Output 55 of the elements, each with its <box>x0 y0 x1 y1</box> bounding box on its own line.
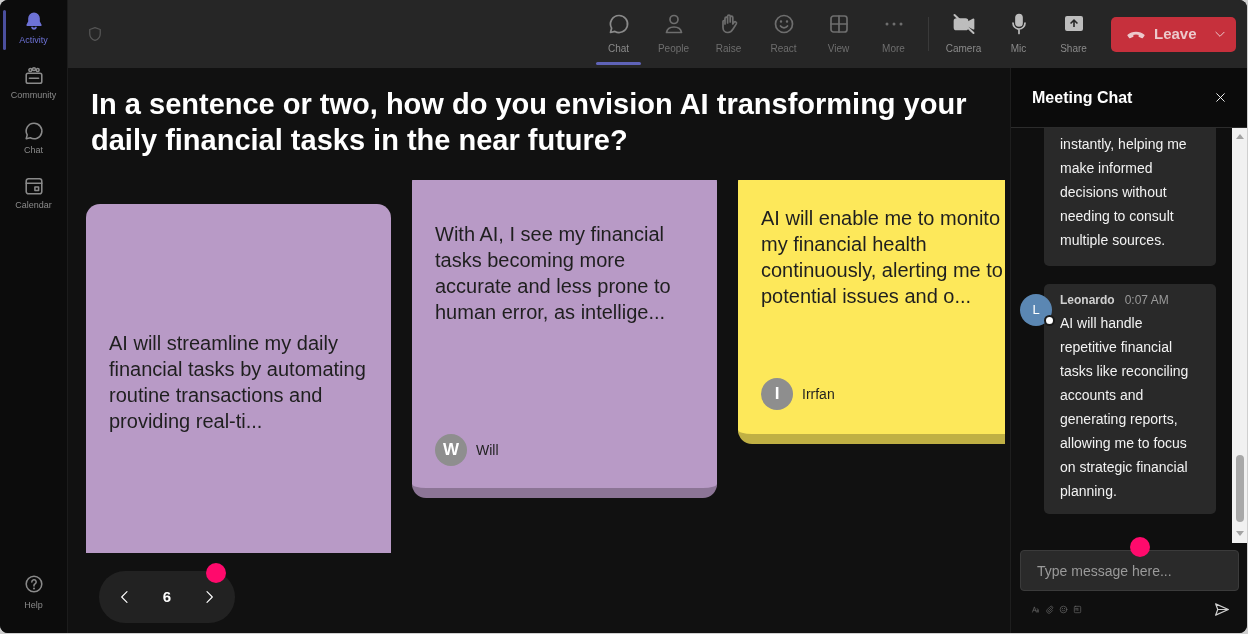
device-button[interactable]: Share <box>1046 0 1101 68</box>
text-format-icon <box>1031 604 1040 614</box>
device-button[interactable]: Camera <box>936 0 991 68</box>
panel-tab[interactable]: React <box>756 0 811 68</box>
ellipsis-icon <box>884 22 903 26</box>
panel-tab[interactable]: More <box>866 0 921 68</box>
calendar-icon <box>22 175 45 197</box>
sticky-note[interactable]: With AI, I see my financial tasks becoming more accurate and less prone to human error, as intellige... W Will <box>412 180 717 498</box>
panel-tab[interactable]: People <box>646 0 701 68</box>
help-button[interactable]: Help <box>0 573 67 611</box>
composer-tool-button[interactable] <box>1073 604 1082 614</box>
paperclip-icon <box>1045 604 1054 614</box>
sticky-note[interactable]: AI will enable me to monito my financial health continuously, alerting me to potential issues and o... I Irrfan <box>738 180 1005 444</box>
chat-title: Meeting Chat <box>1032 87 1133 108</box>
message-input[interactable]: Type message here... <box>1020 550 1239 591</box>
sender-name: Leonardo <box>1060 292 1115 309</box>
panel-tab[interactable]: View <box>811 0 866 68</box>
composer-tool-button[interactable] <box>1059 604 1068 614</box>
sidebar-item[interactable]: Chat <box>0 111 67 166</box>
sticker-icon <box>1073 604 1082 614</box>
people-board-icon <box>22 65 45 87</box>
send-icon <box>1213 600 1231 618</box>
composer-tool-button[interactable] <box>1045 604 1054 614</box>
author-avatar: I <box>761 378 793 410</box>
question-text: In a sentence or two, how do you envision AI transforming your daily financial tasks in the near future? <box>91 87 968 158</box>
message-time: 0:07 AM <box>1124 292 1169 309</box>
page-number: 6 <box>162 586 172 607</box>
sidebar-item[interactable]: Activity <box>0 1 67 56</box>
composer-tool-button[interactable] <box>1031 604 1040 614</box>
scroll-down-arrow-icon <box>1235 531 1244 536</box>
shield-button[interactable] <box>86 24 104 44</box>
message-text: instantly, helping me make informed decisions without needing to consult multiple sources. <box>1060 135 1187 250</box>
note-text: AI will enable me to monito my financial health continuously, alerting me to potential issues and o... <box>761 206 1003 309</box>
shield-icon <box>86 24 104 44</box>
scrollbar-thumb[interactable] <box>1235 455 1244 522</box>
chat-bubble-icon <box>22 120 45 142</box>
close-icon <box>1214 91 1227 104</box>
close-button[interactable] <box>1214 91 1227 104</box>
sidebar-item[interactable]: Community <box>0 56 67 111</box>
note-text: With AI, I see my financial tasks becoming more accurate and less prone to human error, as intellige... <box>435 222 671 325</box>
panel-tab[interactable]: Raise <box>701 0 756 68</box>
message-text: AI will handle repetitive financial tasks like reconciling accounts and generating reports, allowing me to focus on strategic financial planning. <box>1060 314 1189 501</box>
emoji-icon <box>1059 604 1068 614</box>
sticky-note[interactable]: AI will streamline my daily financial tasks by automating routine transactions and providing real-ti... <box>86 204 391 553</box>
panel-tab[interactable]: Chat <box>591 0 646 68</box>
note-text: AI will streamline my daily financial tasks by automating routine transactions and providing real-ti... <box>109 331 366 434</box>
author-name: Irrfan <box>802 384 835 404</box>
scroll-up-arrow-icon <box>1235 134 1244 139</box>
author-name: Will <box>476 440 499 460</box>
send-button[interactable] <box>1213 600 1231 618</box>
device-button[interactable]: Mic <box>991 0 1046 68</box>
scrollbar[interactable] <box>1232 128 1247 543</box>
leave-button[interactable]: Leave <box>1111 16 1236 52</box>
sidebar-item[interactable]: Calendar <box>0 166 67 221</box>
author-avatar: W <box>435 434 467 466</box>
